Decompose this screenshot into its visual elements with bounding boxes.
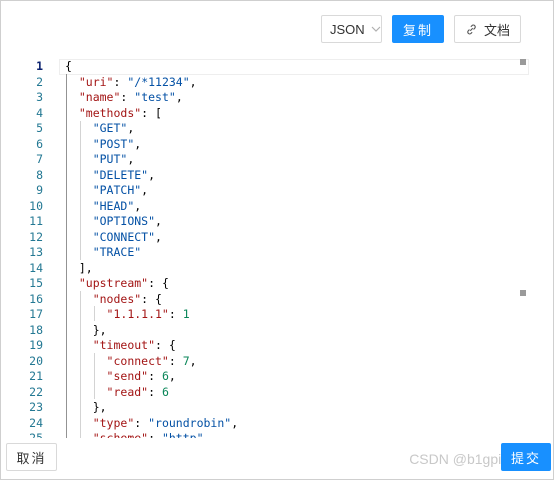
- language-select[interactable]: JSON: [321, 15, 382, 43]
- line-number: 8: [36, 167, 43, 182]
- line-number: 2: [36, 74, 43, 89]
- code-line[interactable]: 12 "CONNECT",: [1, 230, 531, 246]
- code-line[interactable]: 17 "1.1.1.1": 1: [1, 307, 531, 323]
- code-line[interactable]: 11 "OPTIONS",: [1, 214, 531, 230]
- line-number: 16: [29, 291, 43, 306]
- code-line[interactable]: 15 "upstream": {: [1, 276, 531, 292]
- line-number: 24: [29, 415, 43, 430]
- line-number: 7: [36, 152, 43, 166]
- line-number: 6: [36, 136, 43, 151]
- code-text: "timeout": {: [92, 338, 176, 352]
- line-number: 15: [29, 276, 43, 290]
- code-line[interactable]: 19 "timeout": {: [1, 338, 531, 354]
- code-text: },: [65, 322, 107, 337]
- code-line[interactable]: 16 "nodes": {: [1, 292, 531, 308]
- code-line[interactable]: 3 "name": "test",: [1, 90, 531, 106]
- code-text: "upstream": {: [78, 276, 169, 290]
- json-editor-dialog: JSON 复制 文档 1{2 "uri": "/*11234", 3 "name…: [0, 0, 554, 480]
- line-number: 3: [36, 90, 43, 104]
- code-text: },: [65, 400, 107, 414]
- code-text: "POST",: [92, 136, 142, 151]
- code-line[interactable]: 20 "connect": 7,: [1, 354, 531, 370]
- code-text: "TRACE": [92, 245, 142, 259]
- code-line[interactable]: 24 "type": "roundrobin",: [1, 416, 531, 432]
- line-number: 17: [29, 307, 43, 321]
- code-text: "uri": "/*11234",: [78, 74, 197, 89]
- code-text: "DELETE",: [92, 167, 156, 182]
- copy-button[interactable]: 复制: [392, 15, 444, 43]
- code-editor[interactable]: 1{2 "uri": "/*11234", 3 "name": "test", 4 …: [1, 56, 533, 438]
- code-line[interactable]: 6 "POST",: [1, 137, 531, 153]
- docs-button[interactable]: 文档: [454, 15, 521, 43]
- code-line[interactable]: 5 "GET",: [1, 121, 531, 137]
- line-number: 22: [29, 384, 43, 399]
- code-text: "type": "roundrobin",: [92, 415, 239, 430]
- code-line[interactable]: 23 },: [1, 400, 531, 416]
- code-text: "GET",: [92, 121, 135, 135]
- language-select-value: JSON: [330, 21, 365, 37]
- code-text: "connect": 7,: [106, 353, 197, 368]
- editor-toolbar: JSON 复制 文档: [321, 15, 521, 43]
- line-number: 23: [29, 400, 43, 414]
- code-text: ],: [65, 260, 93, 275]
- line-number: 18: [29, 322, 43, 337]
- line-number: 11: [29, 214, 43, 228]
- cancel-button[interactable]: 取消: [6, 443, 57, 471]
- line-number: 13: [29, 245, 43, 259]
- code-text: "methods": [: [78, 105, 162, 120]
- code-text: "CONNECT",: [92, 229, 162, 244]
- code-line[interactable]: 8 "DELETE",: [1, 168, 531, 184]
- code-text: "name": "test",: [78, 90, 183, 104]
- code-line[interactable]: 9 "PATCH",: [1, 183, 531, 199]
- code-text: "nodes": {: [92, 291, 162, 306]
- chevron-down-icon: [371, 24, 381, 35]
- line-number: 12: [29, 229, 43, 244]
- docs-button-label: 文档: [484, 22, 511, 38]
- code-text: {: [65, 59, 72, 73]
- line-number: 1: [36, 59, 43, 73]
- code-line[interactable]: 4 "methods": [: [1, 106, 531, 122]
- code-text: "PATCH",: [92, 183, 149, 197]
- code-text: "HEAD",: [92, 198, 142, 213]
- code-line[interactable]: 1{: [1, 59, 531, 75]
- code-text: "1.1.1.1": 1: [106, 307, 190, 321]
- line-number: 10: [29, 198, 43, 213]
- line-number: 20: [29, 353, 43, 368]
- code-line[interactable]: 22 "read": 6: [1, 385, 531, 401]
- line-number: 21: [29, 369, 43, 383]
- line-number: 19: [29, 338, 43, 352]
- code-line[interactable]: 10 "HEAD",: [1, 199, 531, 215]
- dialog-footer: 取消 CSDN @b1gpig安全 提交: [1, 437, 553, 479]
- code-line[interactable]: 21 "send": 6,: [1, 369, 531, 385]
- code-text: "send": 6,: [106, 369, 176, 383]
- code-text: "OPTIONS",: [92, 214, 162, 228]
- line-number: 9: [36, 183, 43, 197]
- line-number: 4: [36, 105, 43, 120]
- code-line[interactable]: 18 },: [1, 323, 531, 339]
- line-number: 14: [29, 260, 43, 275]
- link-icon: [465, 23, 478, 36]
- code-line[interactable]: 2 "uri": "/*11234",: [1, 75, 531, 91]
- code-line[interactable]: 14 ],: [1, 261, 531, 277]
- code-line[interactable]: 13 "TRACE": [1, 245, 531, 261]
- code-line[interactable]: 7 "PUT",: [1, 152, 531, 168]
- code-text: "PUT",: [92, 152, 135, 166]
- submit-button[interactable]: 提交: [501, 443, 551, 471]
- line-number: 5: [36, 121, 43, 135]
- code-text: "read": 6: [106, 384, 169, 399]
